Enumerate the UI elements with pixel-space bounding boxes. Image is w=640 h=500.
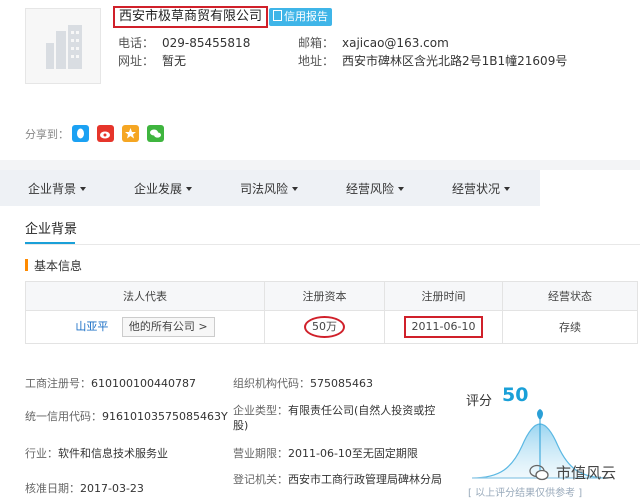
score-value: 50 xyxy=(502,384,529,406)
header-reg-date: 注册时间 xyxy=(384,281,503,311)
email-label: 邮箱： xyxy=(298,36,335,50)
caret-down-icon xyxy=(504,187,511,191)
reg-no-value: 610100100440787 xyxy=(91,377,196,390)
caret-down-icon xyxy=(80,187,87,191)
legal-rep-cell: 山亚平 他的所有公司 > xyxy=(25,310,265,344)
phone-row: 电话： 029-85455818 xyxy=(118,35,250,51)
share-qq-button[interactable] xyxy=(72,125,89,142)
org-code-field: 组织机构代码：575085463 xyxy=(233,376,448,391)
authority-field: 登记机关：西安市工商行政管理局碑林分局 xyxy=(233,472,445,487)
website-row: 网址： 暂无 xyxy=(118,53,186,69)
company-type-field: 企业类型：有限责任公司(自然人投资或控股) xyxy=(233,403,445,433)
authority-value: 西安市工商行政管理局碑林分局 xyxy=(288,473,442,486)
address-row: 地址： 西安市碑林区含光北路2号1B1幢21609号 xyxy=(298,53,567,69)
company-logo-placeholder xyxy=(25,8,101,84)
website-label: 网址： xyxy=(118,54,155,68)
section-tab-company-background[interactable]: 企业背景 xyxy=(25,218,77,237)
company-name: 西安市极草商贸有限公司 xyxy=(113,6,269,28)
caret-down-icon xyxy=(186,187,193,191)
tab-label: 企业发展 xyxy=(134,182,183,196)
capital-value: 50万 xyxy=(304,316,345,338)
org-code-label: 组织机构代码： xyxy=(233,377,310,390)
approval-label: 核准日期： xyxy=(25,482,80,495)
address-label: 地址： xyxy=(298,54,335,68)
approval-field: 核准日期：2017-03-23 xyxy=(25,481,225,496)
registration-table: 法人代表 注册资本 注册时间 经营状态 山亚平 他的所有公司 > 50万 201… xyxy=(25,281,638,344)
industry-value: 软件和信息技术服务业 xyxy=(58,447,168,460)
share-qzone-button[interactable] xyxy=(122,125,139,142)
org-code-value: 575085463 xyxy=(310,377,373,390)
building-icon xyxy=(46,25,82,69)
table-row: 山亚平 他的所有公司 > 50万 2011-06-10 存续 xyxy=(25,310,638,344)
term-value: 2011-06-10至无固定期限 xyxy=(288,447,418,460)
credit-code-value: 91610103575085463Y xyxy=(102,410,228,423)
credit-code-label: 统一信用代码： xyxy=(25,410,102,423)
email-row: 邮箱： xajicao@163.com xyxy=(298,35,449,51)
tab-label: 经营风险 xyxy=(346,182,395,196)
tab-company-development[interactable]: 企业发展 xyxy=(134,180,193,197)
industry-field: 行业：软件和信息技术服务业 xyxy=(25,446,230,461)
address-value: 西安市碑林区含光北路2号1B1幢21609号 xyxy=(342,54,568,68)
share-wechat-button[interactable] xyxy=(147,125,164,142)
tab-operating-status[interactable]: 经营状况 xyxy=(452,180,511,197)
watermark-text: 市值风云 xyxy=(556,464,617,482)
industry-label: 行业： xyxy=(25,447,58,460)
wechat-icon xyxy=(150,129,161,138)
score-marker-pin-icon xyxy=(537,409,543,420)
status-cell: 存续 xyxy=(502,310,638,344)
phone-label: 电话： xyxy=(118,36,155,50)
credit-report-button[interactable]: 信用报告 xyxy=(269,8,332,26)
caret-down-icon xyxy=(292,187,299,191)
credit-code-field: 统一信用代码：91610103575085463Y xyxy=(25,409,230,424)
company-type-label: 企业类型： xyxy=(233,404,288,417)
tab-legal-risk[interactable]: 司法风险 xyxy=(240,180,299,197)
tab-operating-risk[interactable]: 经营风险 xyxy=(346,180,405,197)
reg-date-value: 2011-06-10 xyxy=(403,316,484,338)
section-divider xyxy=(25,244,640,245)
basic-info-title: 基本信息 xyxy=(34,259,83,273)
main-content: 企业背景 基本信息 法人代表 注册资本 注册时间 经营状态 山亚平 他的所有公司… xyxy=(0,206,640,500)
caret-down-icon xyxy=(398,187,405,191)
tab-label: 司法风险 xyxy=(240,182,289,196)
legal-rep-link[interactable]: 山亚平 xyxy=(75,320,108,333)
share-weibo-button[interactable] xyxy=(97,125,114,142)
phone-value: 029-85455818 xyxy=(162,36,251,50)
website-value: 暂无 xyxy=(162,54,187,68)
wechat-watermark-icon xyxy=(529,464,549,481)
reg-no-field: 工商注册号：610100100440787 xyxy=(25,376,225,391)
header-status: 经营状态 xyxy=(502,281,638,311)
score-disclaimer: [ 以上评分结果仅供参考 ] xyxy=(468,488,583,499)
header-legal-rep: 法人代表 xyxy=(25,281,265,311)
tab-label: 经营状况 xyxy=(452,182,501,196)
weibo-icon xyxy=(100,131,110,139)
all-companies-button[interactable]: 他的所有公司 > xyxy=(121,317,215,337)
section-marker xyxy=(25,259,28,271)
reg-no-label: 工商注册号： xyxy=(25,377,91,390)
tab-company-background[interactable]: 企业背景 xyxy=(28,180,87,197)
tab-label: 企业背景 xyxy=(28,182,77,196)
term-label: 营业期限： xyxy=(233,447,288,460)
credit-report-label: 信用报告 xyxy=(284,10,328,23)
term-field: 营业期限：2011-06-10至无固定期限 xyxy=(233,446,448,461)
nav-tabs-bar: 企业背景 企业发展 司法风险 经营风险 经营状况 xyxy=(0,170,640,206)
star-icon xyxy=(125,128,136,139)
authority-label: 登记机关： xyxy=(233,473,288,486)
report-icon xyxy=(273,10,282,21)
share-label: 分享到： xyxy=(25,128,69,141)
table-header-row: 法人代表 注册资本 注册时间 经营状态 xyxy=(25,281,638,311)
capital-cell: 50万 xyxy=(264,310,385,344)
reg-date-cell: 2011-06-10 xyxy=(384,310,503,344)
qq-icon xyxy=(77,128,84,139)
email-value[interactable]: xajicao@163.com xyxy=(342,36,449,50)
header-capital: 注册资本 xyxy=(264,281,385,311)
approval-value: 2017-03-23 xyxy=(80,482,144,495)
